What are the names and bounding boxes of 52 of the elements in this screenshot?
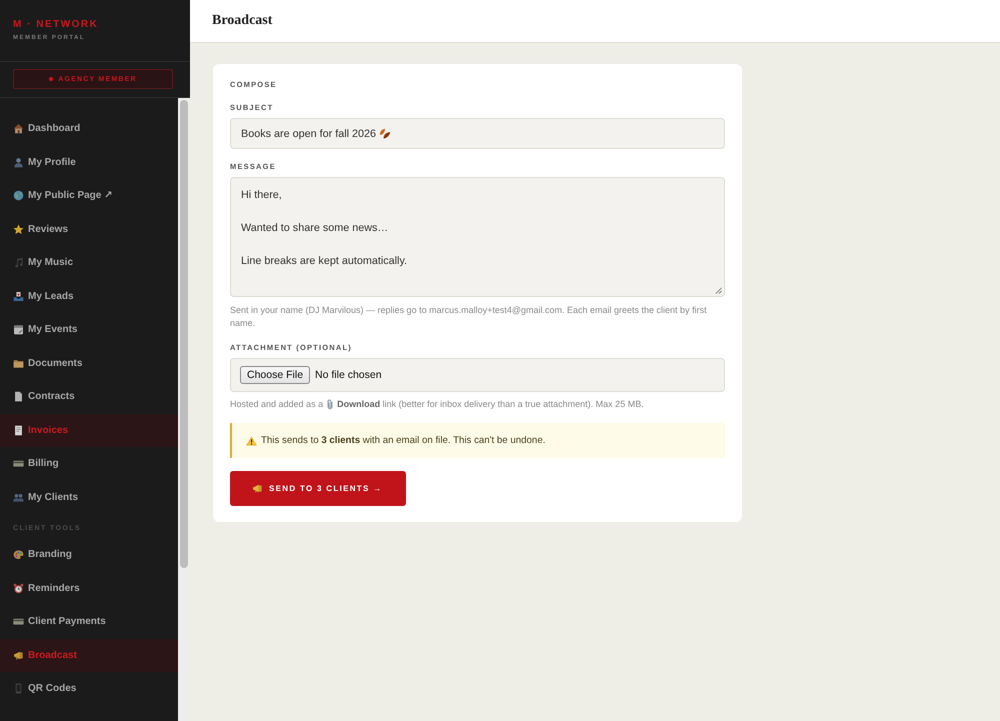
megaphone-icon: [252, 483, 263, 494]
house-icon: [13, 123, 24, 134]
subject-field[interactable]: Books are open for fall 2026: [230, 118, 725, 149]
sidebar-item[interactable]: Branding: [0, 538, 178, 572]
warning-icon: [246, 436, 257, 446]
calendar-icon: [13, 324, 24, 336]
music-note-icon: [13, 257, 24, 268]
sidebar-item[interactable]: My Leads: [0, 280, 178, 313]
sidebar-item[interactable]: My Profile: [0, 146, 178, 179]
credit-card-icon: [13, 458, 24, 470]
choose-file-button[interactable]: Choose File: [240, 366, 310, 384]
send-button[interactable]: SEND TO 3 CLIENTS →: [230, 471, 406, 506]
sidebar-item[interactable]: Dashboard: [0, 112, 178, 146]
sidebar-item[interactable]: Documents: [0, 346, 178, 380]
sidebar-item[interactable]: My Public Page ↗: [0, 179, 178, 212]
receipt-icon: [13, 424, 24, 436]
help-text: Download link (better for inbox delivery than a true attachment). Max 25 MB.: [337, 398, 644, 410]
message-field[interactable]: Hi there, Wanted to share some news… Line breaks are kept automatically.: [230, 177, 725, 297]
scrollbar[interactable]: [178, 98, 190, 721]
brand-title: M · NETWORK: [13, 19, 100, 31]
megaphone-icon: [13, 650, 24, 661]
sidebar-item[interactable]: My Clients: [0, 480, 178, 514]
resize-grip-icon[interactable]: [715, 287, 722, 294]
leaves-icon: [379, 128, 392, 139]
sidebar-item[interactable]: Client Payments: [0, 605, 178, 638]
sidebar-item[interactable]: Contracts: [0, 380, 178, 414]
page-title: Broadcast: [212, 13, 272, 29]
people-icon: [13, 492, 24, 503]
person-icon: [13, 156, 24, 168]
folder-icon: [13, 358, 24, 369]
sidebar-item[interactable]: QR Codes: [0, 672, 178, 706]
sidebar-item[interactable]: Reminders: [0, 572, 178, 605]
dot-icon: [49, 77, 54, 81]
document-icon: [13, 391, 24, 402]
paperclip-icon: [326, 398, 334, 410]
scrollbar-thumb[interactable]: [180, 100, 188, 568]
warning-text: This sends to 3 clients with an email on file. This can't be undone.: [261, 435, 546, 446]
sidebar-item[interactable]: Billing: [0, 447, 178, 480]
inbox-tray-icon: [13, 290, 24, 302]
alarm-clock-icon: [13, 582, 24, 594]
sidebar-item[interactable]: Reviews: [0, 212, 178, 246]
star-icon: [13, 224, 24, 235]
file-status-text: No file chosen: [315, 369, 382, 381]
globe-icon: [13, 190, 24, 202]
sidebar-item[interactable]: My Events: [0, 313, 178, 346]
credit-card-icon: [13, 616, 24, 628]
help-text: Sent in your name (DJ Marvilous) — replies go to marcus.malloy+test4@gmail.com. Each email greets the client by first name.: [230, 304, 708, 330]
palette-icon: [13, 549, 24, 560]
sidebar-item[interactable]: My Music: [0, 246, 178, 280]
file-field[interactable]: Choose File No file chosen: [230, 358, 725, 392]
phone-icon: [13, 683, 24, 694]
help-text: Hosted and added as a: [230, 398, 324, 410]
